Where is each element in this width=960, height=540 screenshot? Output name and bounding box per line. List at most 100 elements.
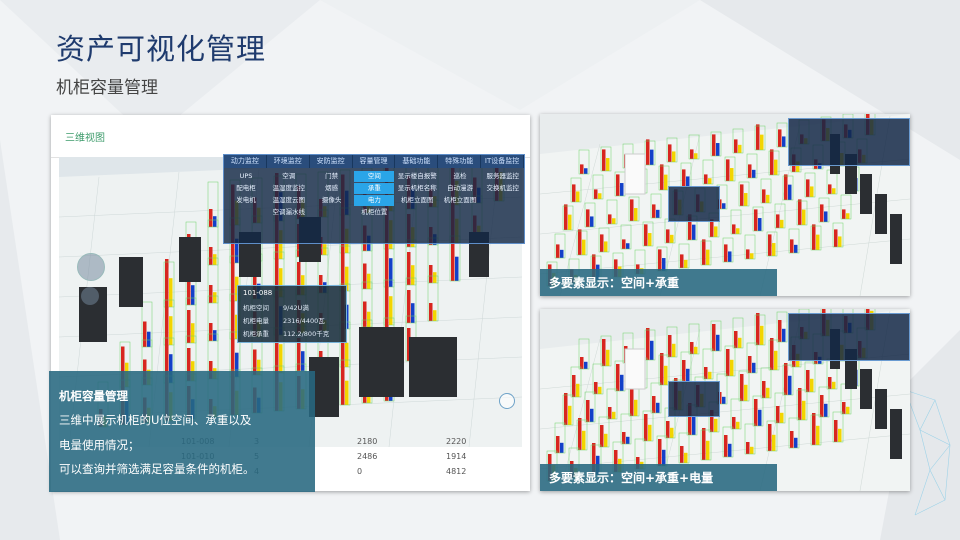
server-cabinet[interactable] [179, 237, 201, 282]
capacity-bar [784, 363, 788, 395]
server-cabinet[interactable] [890, 409, 902, 459]
menu-item[interactable]: 显示机柜名称 [397, 183, 437, 194]
menu-item[interactable]: 巡检 [440, 171, 480, 182]
server-cabinet[interactable] [875, 194, 887, 234]
server-cabinet[interactable] [875, 389, 887, 429]
capacity-bar [672, 343, 676, 357]
capacity-bar [768, 234, 772, 256]
side-view-1: 多要素显示：空间+承重 [540, 114, 910, 296]
capacity-bar [810, 378, 814, 392]
menu-item[interactable]: 显示楼自报警 [397, 171, 437, 182]
capacity-bar [752, 169, 756, 178]
server-cabinet[interactable] [119, 257, 143, 307]
menu-item[interactable]: 承重 [354, 183, 395, 194]
capacity-bar [433, 310, 437, 321]
menu-item[interactable]: 空间 [354, 171, 395, 182]
capacity-bar [169, 316, 173, 345]
capacity-bar [568, 405, 572, 425]
menu-item[interactable]: 服务器监控 [483, 171, 523, 182]
panel-header: 三维视图 [51, 115, 530, 158]
menu-item[interactable]: 机柜位置 [354, 207, 394, 218]
capacity-bar [794, 244, 798, 253]
capacity-bar [389, 296, 393, 325]
mini-function-menu [788, 118, 910, 166]
capacity-bar [407, 252, 411, 285]
menu-item[interactable]: 烟感 [312, 183, 352, 194]
page-subtitle: 机柜容量管理 [56, 78, 158, 98]
server-cabinet[interactable] [890, 214, 902, 264]
capacity-bar [692, 224, 696, 240]
menu-tab[interactable]: 安防监控 [309, 155, 353, 168]
capacity-bar [770, 149, 774, 175]
menu-item[interactable]: 温湿度云图 [269, 195, 309, 206]
menu-tab[interactable]: 基础功能 [395, 155, 439, 168]
capacity-bar [706, 440, 710, 460]
menu-item[interactable]: 机柜立面图 [440, 195, 480, 206]
capacity-bar [586, 400, 590, 422]
capacity-bar [778, 129, 782, 147]
menu-item[interactable]: 温湿度监控 [269, 183, 309, 194]
server-cabinet[interactable] [860, 369, 872, 409]
menu-tab[interactable]: 环境监控 [266, 155, 310, 168]
menu-item[interactable]: 门禁 [312, 171, 352, 182]
capacity-bar [788, 375, 792, 395]
capacity-bar [782, 328, 786, 342]
capacity-bar [772, 434, 776, 451]
reset-view-icon[interactable] [499, 393, 515, 409]
capacity-bar [754, 209, 758, 231]
capacity-bar [411, 303, 415, 323]
server-cabinet[interactable] [409, 337, 457, 397]
menu-item[interactable]: UPS [226, 171, 266, 182]
capacity-bar [722, 396, 726, 404]
zoom-control[interactable] [81, 287, 99, 305]
capacity-bar [770, 338, 774, 370]
menu-item[interactable]: 机柜立面图 [397, 195, 437, 206]
capacity-bar [810, 186, 814, 197]
capacity-bar [598, 386, 602, 394]
description-line: 电量使用情况； [59, 438, 140, 452]
capacity-bar [644, 224, 648, 246]
menu-item[interactable]: 空调 [269, 171, 309, 182]
capacity-bar [580, 164, 584, 174]
capacity-bar [670, 234, 674, 243]
capacity-bar [738, 144, 742, 153]
nav-compass[interactable] [77, 253, 105, 281]
capacity-bar [650, 149, 654, 165]
menu-tab[interactable]: IT设备监控 [481, 155, 525, 168]
description-line: 可以查询并筛选满足容量条件的机柜。 [59, 462, 255, 476]
menu-item[interactable]: 自动漫游 [440, 183, 480, 194]
capacity-bar [706, 249, 710, 265]
rack-info-popup: 101-088 机柜空间 9/42U满 机柜电量 2316/4400瓦 机柜承重 112.… [237, 285, 347, 343]
menu-column: 空调 温湿度监控 温湿度云图 空调漏水线 [269, 171, 309, 219]
capacity-bar [572, 375, 576, 397]
capacity-bar [576, 191, 580, 202]
capacity-bar [389, 258, 393, 287]
capacity-bar [680, 254, 684, 268]
menu-item[interactable]: 电力 [354, 195, 395, 206]
capacity-bar [728, 443, 732, 457]
capacity-bar [724, 435, 728, 457]
capacity-bar [620, 374, 624, 391]
menu-tab[interactable]: 动力监控 [224, 155, 267, 168]
menu-item[interactable]: 摄像头 [312, 195, 352, 206]
menu-tab[interactable]: 特殊功能 [438, 155, 482, 168]
capacity-bar [774, 159, 778, 175]
capacity-bar [590, 408, 594, 422]
capacity-bar [726, 349, 730, 376]
server-cabinet[interactable] [359, 327, 404, 397]
capacity-bar [213, 330, 217, 341]
menu-item[interactable]: 配电柜 [226, 183, 266, 194]
capacity-bar [648, 424, 652, 441]
capacity-bar [794, 437, 798, 448]
capacity-bar [600, 234, 604, 252]
capacity-bar [816, 425, 820, 445]
menu-item[interactable]: 空调漏水线 [269, 207, 309, 218]
capacity-bar [682, 169, 686, 187]
server-cabinet[interactable] [860, 174, 872, 214]
menu-item[interactable]: 发电机 [226, 195, 266, 206]
capacity-bar [716, 143, 720, 156]
menu-item[interactable]: 交换机监控 [483, 183, 523, 194]
menu-tab[interactable]: 容量管理 [352, 155, 396, 168]
function-menu: 动力监控 环境监控 安防监控 容量管理 基础功能 特殊功能 IT设备监控 UPS 配电柜 发电机… [223, 154, 525, 244]
capacity-bar [345, 380, 349, 405]
